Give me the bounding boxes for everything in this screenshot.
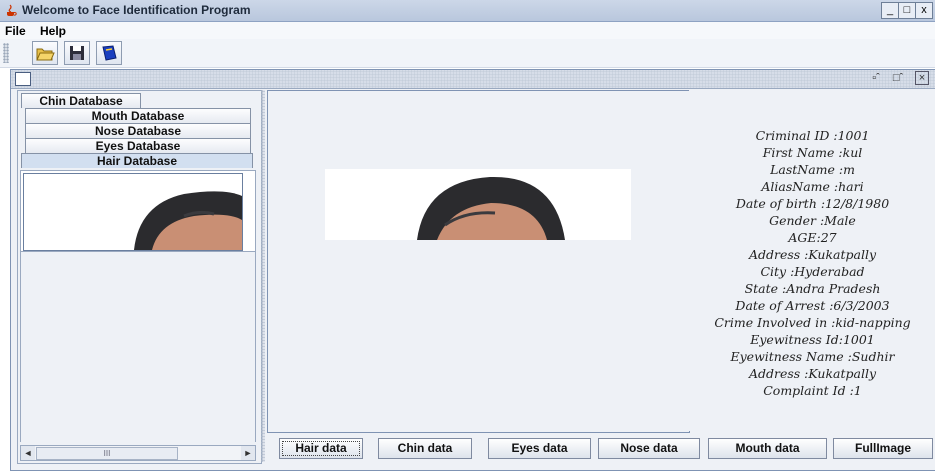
detail-state: State :Andra Pradesh bbox=[744, 281, 881, 296]
menu-file[interactable]: File bbox=[5, 24, 26, 38]
mouth-data-button[interactable]: Mouth data bbox=[708, 438, 827, 459]
close-button[interactable]: x bbox=[915, 2, 933, 19]
detail-date-of-birth: Date of birth :12/8/1980 bbox=[735, 196, 890, 211]
split-pane-divider[interactable] bbox=[261, 90, 265, 462]
eyes-data-button[interactable]: Eyes data bbox=[488, 438, 591, 459]
detail-eyewitness-address: Address :Kukatpally bbox=[748, 366, 877, 381]
detail-eyewitness-name: Eyewitness Name :Sudhir bbox=[730, 349, 895, 364]
minimize-button[interactable]: _ bbox=[881, 2, 899, 19]
frame-close-icon[interactable]: × bbox=[915, 71, 929, 85]
hair-thumbnail[interactable] bbox=[23, 173, 243, 251]
thumbnail-list-area bbox=[21, 251, 255, 442]
horizontal-scrollbar[interactable]: ◄ III ► bbox=[20, 445, 256, 461]
window-title: Welcome to Face Identification Program bbox=[22, 3, 251, 17]
save-button[interactable] bbox=[64, 41, 90, 65]
detail-crime-involved: Crime Involved in :kid-napping bbox=[714, 315, 911, 330]
menu-help[interactable]: Help bbox=[40, 24, 66, 38]
menu-bar: File Help bbox=[0, 22, 935, 39]
hair-data-button[interactable]: Hair data bbox=[279, 438, 363, 459]
tab-content bbox=[20, 170, 256, 442]
feature-button-bar: Hair data Chin data Eyes data Nose data … bbox=[267, 436, 935, 460]
tab-eyes-database[interactable]: Eyes Database bbox=[25, 138, 251, 153]
detail-date-of-arrest: Date of Arrest :6/3/2003 bbox=[735, 298, 890, 313]
detail-city: City :Hyderabad bbox=[760, 264, 865, 279]
restore-icon[interactable]: □ˆ bbox=[891, 71, 905, 85]
detail-alias-name: AliasName :hari bbox=[761, 179, 864, 194]
toolbar bbox=[0, 39, 935, 68]
detail-last-name: LastName :m bbox=[770, 162, 855, 177]
detail-complaint-id: Complaint Id :1 bbox=[763, 383, 862, 398]
frame-icon bbox=[15, 72, 31, 86]
scroll-thumb[interactable]: III bbox=[36, 447, 178, 460]
chin-data-button[interactable]: Chin data bbox=[378, 438, 472, 459]
tab-hair-database[interactable]: Hair Database bbox=[21, 153, 253, 168]
tab-mouth-database[interactable]: Mouth Database bbox=[25, 108, 251, 123]
maximize-button[interactable]: □ bbox=[898, 2, 916, 19]
detail-first-name: First Name :kul bbox=[762, 145, 863, 160]
open-folder-icon bbox=[36, 48, 55, 61]
book-icon bbox=[102, 45, 117, 61]
detail-age: AGE:27 bbox=[788, 230, 837, 245]
database-panel: Chin Database Mouth Database Nose Databa… bbox=[17, 90, 262, 464]
full-image-button[interactable]: FullImage bbox=[833, 438, 933, 459]
detail-address: Address :Kukatpally bbox=[748, 247, 877, 262]
tab-chin-database[interactable]: Chin Database bbox=[21, 93, 141, 108]
book-button[interactable] bbox=[96, 41, 122, 65]
toolbar-grip[interactable] bbox=[3, 43, 9, 63]
detail-eyewitness-id: Eyewitness Id:1001 bbox=[750, 332, 875, 347]
scroll-right-icon[interactable]: ► bbox=[241, 446, 255, 460]
title-bar: Welcome to Face Identification Program _… bbox=[0, 0, 935, 22]
nose-data-button[interactable]: Nose data bbox=[598, 438, 700, 459]
hair-thumbnail-image bbox=[24, 174, 242, 250]
save-icon bbox=[70, 46, 84, 60]
face-image-canvas bbox=[325, 169, 631, 240]
composite-face-image bbox=[325, 169, 631, 240]
tab-nose-database[interactable]: Nose Database bbox=[25, 123, 251, 138]
open-button[interactable] bbox=[32, 41, 58, 65]
internal-frame-titlebar[interactable]: ▫ˆ □ˆ × bbox=[11, 70, 935, 89]
java-cup-icon bbox=[7, 4, 17, 16]
detail-criminal-id: Criminal ID :1001 bbox=[755, 128, 870, 143]
criminal-details: Criminal ID :1001 First Name :kul LastNa… bbox=[689, 90, 935, 431]
detail-gender: Gender :Male bbox=[769, 213, 856, 228]
internal-frame: ▫ˆ □ˆ × Chin Database Mouth Database Nos… bbox=[10, 69, 935, 471]
image-panel bbox=[267, 90, 690, 433]
scroll-left-icon[interactable]: ◄ bbox=[21, 446, 35, 460]
iconify-icon[interactable]: ▫ˆ bbox=[869, 71, 883, 85]
